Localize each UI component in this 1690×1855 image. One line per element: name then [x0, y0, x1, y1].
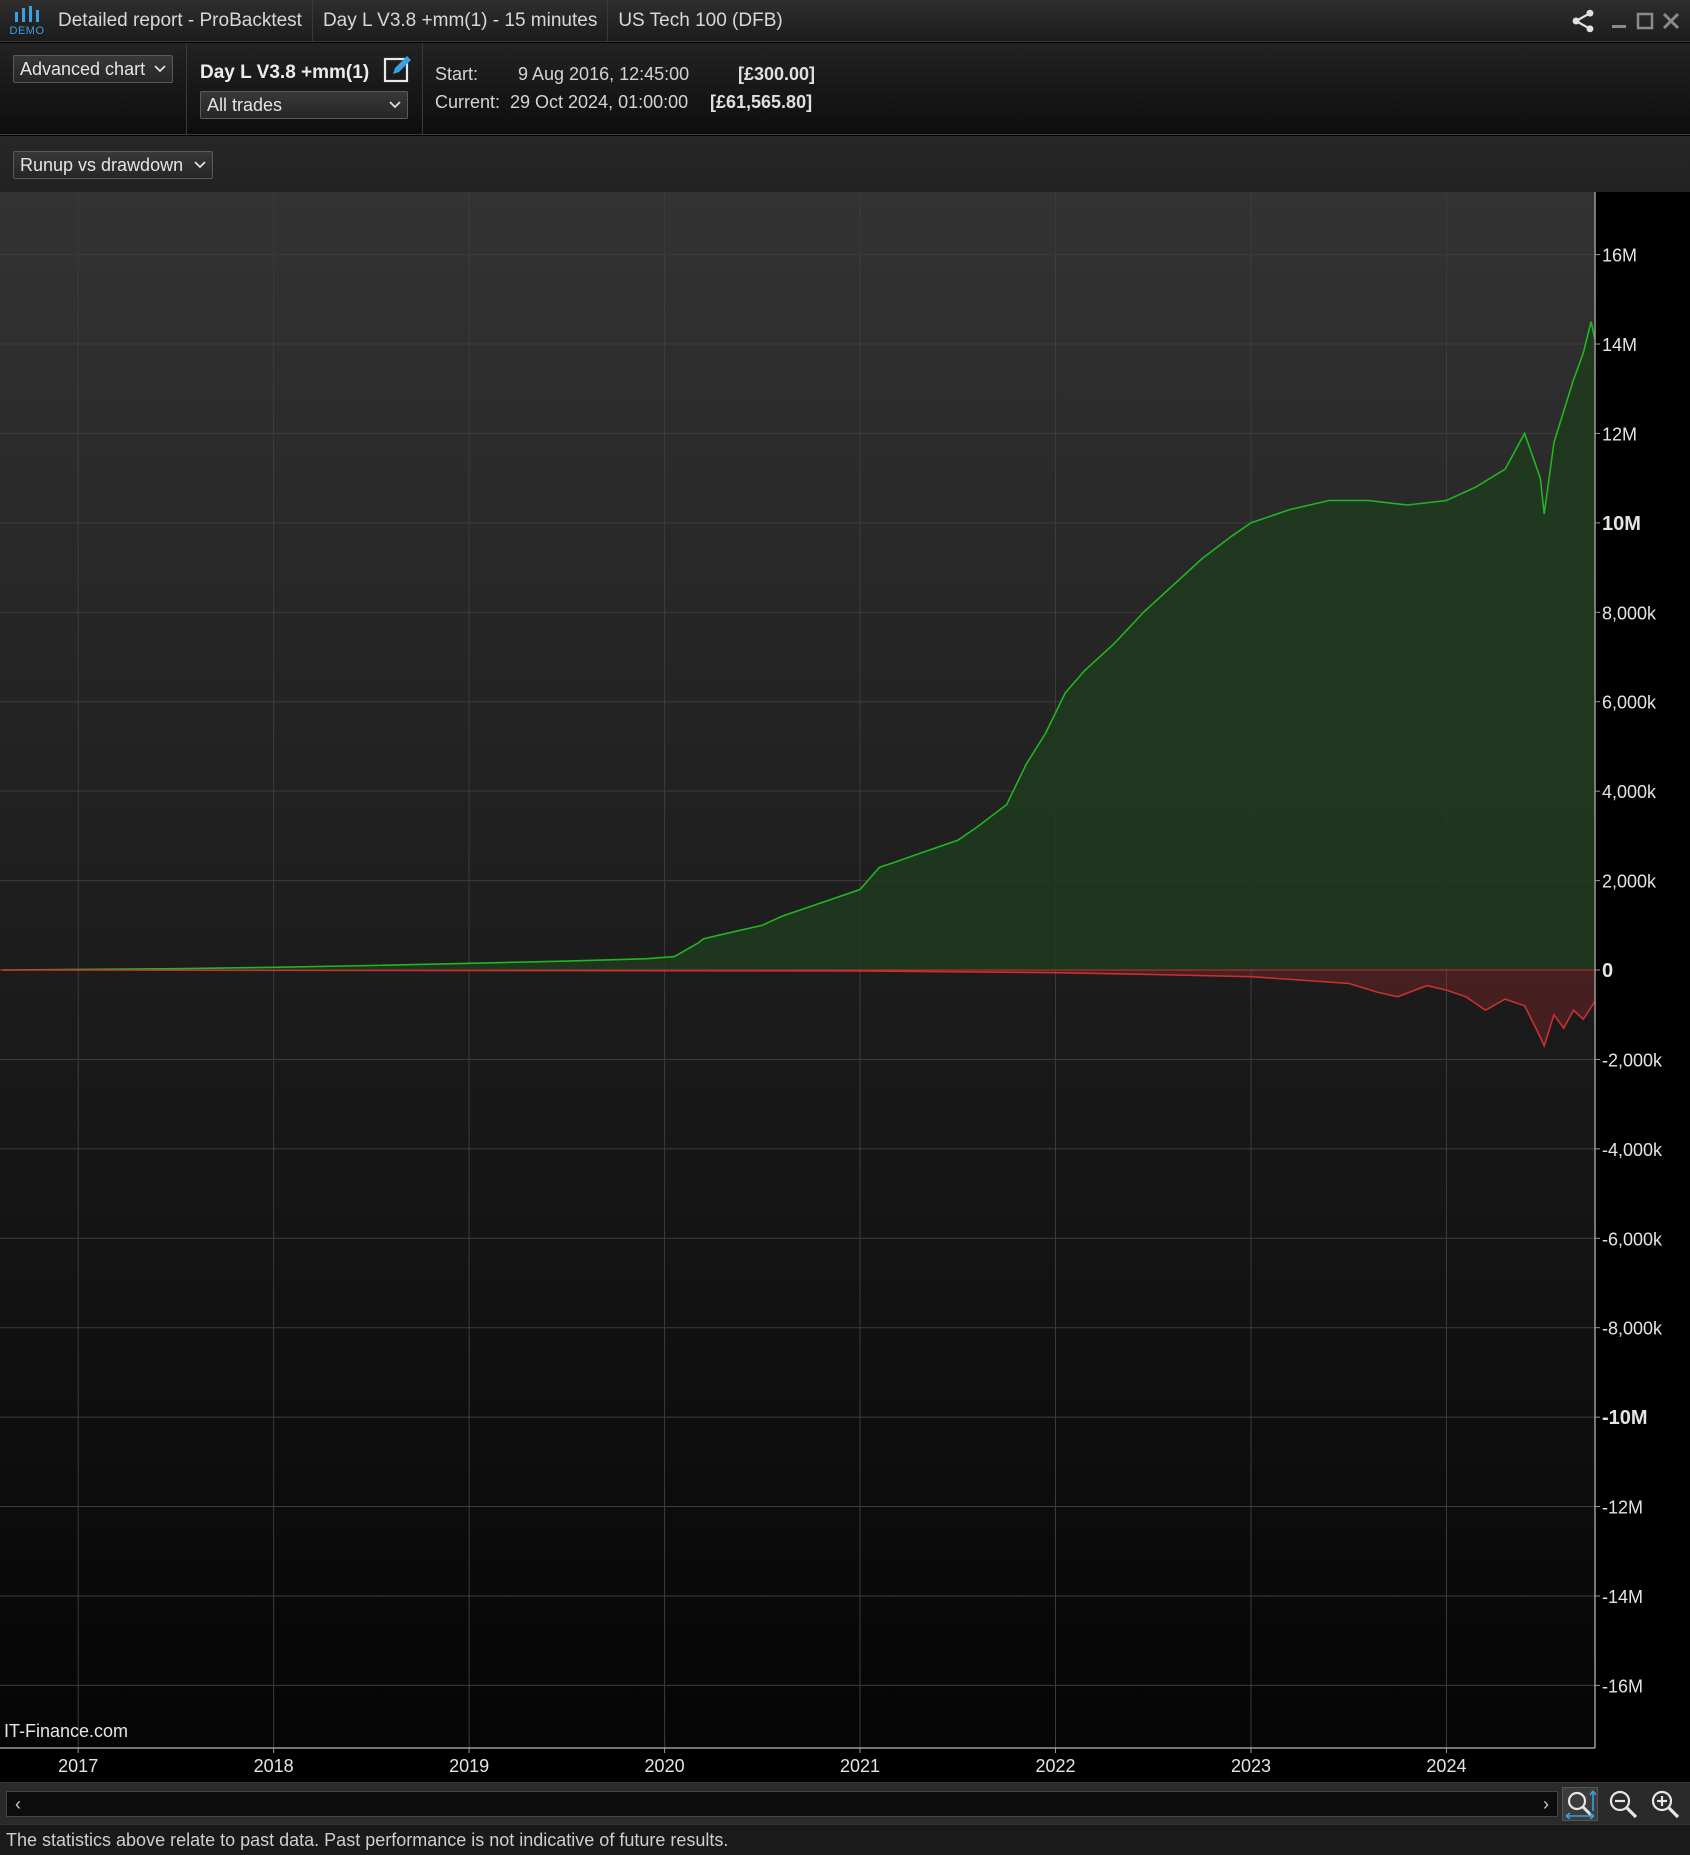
scroll-right-icon[interactable]: ›	[1535, 1792, 1557, 1816]
y-tick-label: -4,000k	[1602, 1140, 1663, 1160]
strategy-name: Day L V3.8 +mm(1)	[200, 62, 370, 83]
share-icon[interactable]	[1570, 0, 1596, 42]
current-value: [£61,565.80]	[710, 92, 813, 112]
trades-select-value: All trades	[207, 94, 283, 115]
zoom-fit-icon	[1565, 1790, 1596, 1819]
x-tick-label: 2023	[1231, 1756, 1271, 1776]
start-label: Start:	[435, 64, 479, 84]
zoom-out-button[interactable]	[1605, 1787, 1641, 1821]
x-tick-label: 2022	[1035, 1756, 1075, 1776]
x-tick-label: 2021	[840, 1756, 880, 1776]
zoom-in-icon	[1651, 1790, 1680, 1819]
y-tick-label: -8,000k	[1602, 1319, 1663, 1339]
window-title: Detailed report - ProBacktest	[48, 0, 313, 42]
chart-type-select[interactable]: Runup vs drawdown	[13, 151, 213, 179]
y-tick-label: 14M	[1602, 335, 1637, 355]
y-tick-label: 12M	[1602, 424, 1637, 444]
x-tick-label: 2018	[254, 1756, 294, 1776]
y-tick-label: -6,000k	[1602, 1229, 1663, 1249]
edit-icon[interactable]	[383, 54, 413, 84]
chart-type-select-value: Runup vs drawdown	[20, 154, 184, 175]
chevron-down-icon	[389, 101, 401, 109]
y-tick-label: -14M	[1602, 1587, 1643, 1607]
close-icon[interactable]	[1658, 0, 1684, 42]
chevron-down-icon	[154, 65, 166, 73]
view-select-value: Advanced chart	[20, 58, 146, 79]
minimize-icon[interactable]	[1606, 0, 1632, 42]
y-tick-label: 4,000k	[1602, 782, 1657, 802]
chart-bars-icon	[15, 6, 39, 22]
y-tick-label: -2,000k	[1602, 1050, 1663, 1070]
zoom-in-button[interactable]	[1647, 1787, 1683, 1821]
start-value: [£300.00]	[738, 64, 816, 84]
y-tick-label: 10M	[1602, 513, 1641, 535]
maximize-icon[interactable]	[1632, 0, 1658, 42]
zoom-out-icon	[1609, 1790, 1638, 1819]
y-tick-label: -12M	[1602, 1498, 1643, 1518]
title-bar: DEMO Detailed report - ProBacktest Day L…	[0, 0, 1690, 42]
trades-select[interactable]: All trades	[200, 91, 408, 119]
instrument-label: US Tech 100 (DFB)	[618, 9, 783, 31]
x-tick-label: 2024	[1426, 1756, 1466, 1776]
runup-drawdown-chart[interactable]: 16M 14M 12M 10M 8,000k 6,000k 4,000k 2,000k 0 -2,…	[0, 192, 1690, 1782]
x-axis-panel	[0, 1748, 1595, 1782]
zoom-fit-button[interactable]	[1562, 1787, 1598, 1821]
report-header: Advanced chart Day L V3.8 +mm(1) All tra…	[0, 43, 1690, 135]
x-tick-label: 2020	[645, 1756, 685, 1776]
scroll-left-icon[interactable]: ‹	[7, 1792, 29, 1816]
chart-svg[interactable]: 16M 14M 12M 10M 8,000k 6,000k 4,000k 2,000k 0 -2,…	[0, 192, 1690, 1782]
view-section: Advanced chart	[0, 43, 187, 135]
current-date: 29 Oct 2024, 01:00:00	[510, 92, 689, 112]
prorealtime-logo: DEMO	[6, 0, 48, 42]
start-date: 9 Aug 2016, 12:45:00	[518, 64, 690, 84]
strategy-section: Day L V3.8 +mm(1) All trades	[187, 43, 423, 135]
horizontal-scrollbar[interactable]: ‹ ›	[6, 1791, 1558, 1817]
demo-badge: DEMO	[9, 25, 45, 37]
chart-navigation: ‹ ›	[0, 1782, 1690, 1824]
chart-toolbar: Runup vs drawdown	[0, 136, 1690, 192]
disclaimer: The statistics above relate to past data…	[0, 1824, 1690, 1855]
x-tick-label: 2019	[449, 1756, 489, 1776]
x-tick-label: 2017	[58, 1756, 98, 1776]
y-tick-label: 8,000k	[1602, 603, 1657, 623]
watermark: IT-Finance.com	[4, 1721, 128, 1741]
current-label: Current:	[435, 92, 501, 112]
strategy-period-label: Day L V3.8 +mm(1) - 15 minutes	[313, 0, 609, 42]
y-tick-label: -10M	[1602, 1407, 1648, 1429]
view-select[interactable]: Advanced chart	[13, 55, 173, 83]
y-tick-label: 0	[1602, 960, 1613, 982]
y-tick-label: 2,000k	[1602, 872, 1657, 892]
y-tick-label: 6,000k	[1602, 693, 1657, 713]
y-tick-label: -16M	[1602, 1676, 1643, 1696]
chevron-down-icon	[194, 161, 206, 169]
y-tick-label: 16M	[1602, 246, 1637, 266]
